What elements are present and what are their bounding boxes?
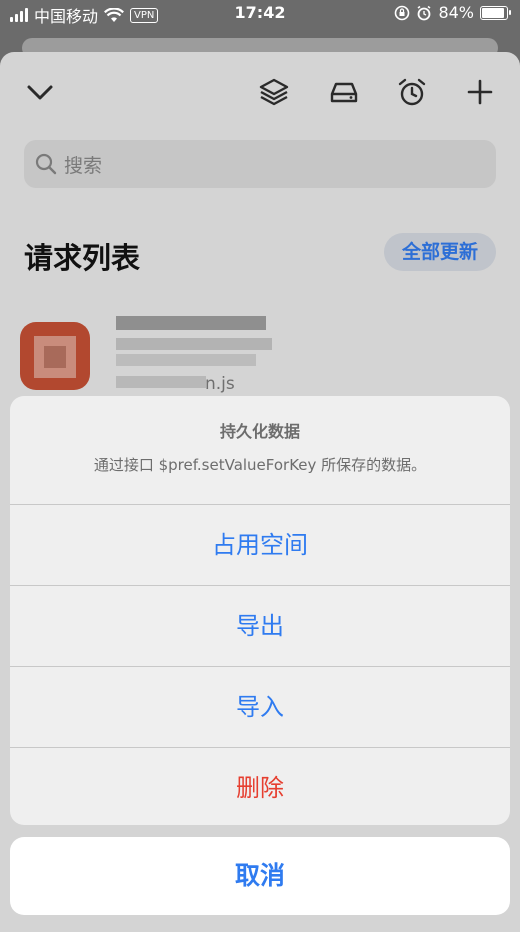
status-bar: 中国移动 VPN 17:42 84% <box>0 0 520 26</box>
toolbar <box>0 72 520 112</box>
cancel-button[interactable]: 取消 <box>10 837 510 915</box>
orientation-lock-icon <box>395 5 410 20</box>
item-subtitle: n.js <box>205 374 235 394</box>
action-sheet-title: 持久化数据 <box>219 422 300 441</box>
action-sheet: 持久化数据 通过接口 $pref.setValueForKey 所保存的数据。 … <box>10 396 510 825</box>
action-sheet-header: 持久化数据 通过接口 $pref.setValueForKey 所保存的数据。 <box>10 396 510 505</box>
app-icon <box>20 322 90 390</box>
alarm-status-icon <box>417 5 431 20</box>
export-button[interactable]: 导出 <box>10 586 510 667</box>
plus-icon[interactable] <box>464 76 496 108</box>
layers-icon[interactable] <box>258 76 290 108</box>
drive-icon[interactable] <box>328 76 360 108</box>
search-input[interactable]: 搜索 <box>24 140 496 188</box>
search-placeholder: 搜索 <box>64 154 103 177</box>
battery-icon <box>480 5 511 20</box>
search-icon <box>35 153 57 175</box>
delete-button[interactable]: 删除 <box>10 748 510 825</box>
update-all-button[interactable]: 全部更新 <box>383 233 496 271</box>
alarm-icon[interactable] <box>396 76 428 108</box>
battery-percent: 84% <box>438 3 474 22</box>
chevron-down-icon[interactable] <box>24 76 56 108</box>
storage-usage-button[interactable]: 占用空间 <box>10 505 510 586</box>
action-sheet-message: 通过接口 $pref.setValueForKey 所保存的数据。 <box>93 456 427 474</box>
import-button[interactable]: 导入 <box>10 667 510 748</box>
page-title: 请求列表 <box>24 241 141 275</box>
